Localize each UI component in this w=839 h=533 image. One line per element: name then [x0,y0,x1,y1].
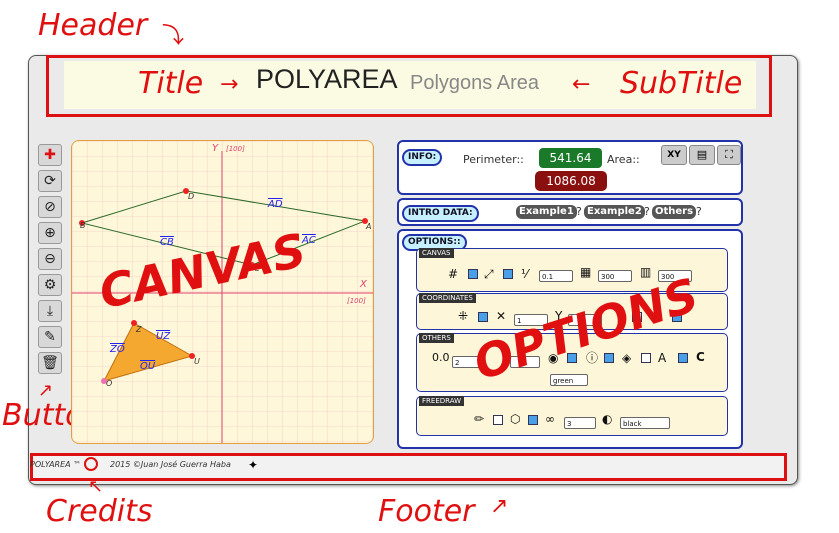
refresh-button[interactable]: ⟳ [38,170,62,192]
point-label-checkbox[interactable] [478,312,488,322]
app-subtitle: Polygons Area [410,72,539,94]
add-point-button[interactable]: ✚ [38,144,62,166]
axes-icon: ⤢ [484,267,494,281]
credits-copyright: 2015 ©Juan José Guerra Haba [110,460,231,469]
shape-icon: ⬡ [510,412,521,426]
segment-label-ac: AC [302,235,316,246]
segment-label-uz: UZ [156,331,171,342]
others-help[interactable]: ? [696,205,702,218]
area-value: 1086.08 [535,171,607,191]
info-panel: INFO: Perimeter:: 541.64 Area:: 1086.08 … [397,140,743,195]
xy-button[interactable]: XY [661,145,687,165]
decimals-label: 0.0 [432,351,450,364]
segment-label-zo: ZO [110,344,125,355]
copy-icon[interactable]: ▤ [689,145,715,165]
width-input[interactable]: 300 [598,270,632,282]
header-annotation: Header [38,8,148,43]
zoom-reset-button[interactable]: ⊘ [38,196,62,218]
footer-arrow: ↗ [490,494,509,519]
point-label-a: A [366,222,372,231]
intro-label: INTRO DATA: [402,205,479,222]
grid-icon: # [448,267,459,281]
freedraw-options-label: FREEDRAW [419,396,465,406]
zoom-in-button[interactable]: ⊕ [38,222,62,244]
segment-label-ou: OU [140,361,156,372]
segment-label-ad: AD [268,199,283,210]
point-label-icon: ⁜ [458,309,469,323]
x-offset-icon: ✕ [496,309,507,323]
point-label-o: O [106,379,113,388]
color-input[interactable]: green [550,374,588,386]
trash-button[interactable]: 🗑 [38,352,62,374]
grid-checkbox[interactable] [468,269,478,279]
settings-button[interactable]: ⚙ [38,274,62,296]
shape-checkbox[interactable] [528,415,538,425]
fill-icon: ◈ [622,351,632,365]
credits-name: POLYAREA ™ [30,460,82,469]
example2-button[interactable]: Example2 [584,205,645,219]
footer-annotation: Footer [378,494,475,529]
title-arrow: → [220,72,239,97]
point-label-b: B [80,221,86,230]
segment-label-cb: CB [160,237,174,248]
point-label-d: D [188,192,195,201]
point-label-u: U [194,357,200,366]
font-checkbox[interactable] [678,353,688,363]
zoom-out-button[interactable]: ⊖ [38,248,62,270]
title-annotation: Title [138,66,204,101]
axis-x-max: [100] [347,297,366,305]
pencil-icon: ✏ [474,412,485,426]
stroke-width-input[interactable]: 3 [564,417,596,429]
palette-icon: ◐ [602,412,613,426]
pencil-checkbox[interactable] [493,415,503,425]
axes-checkbox[interactable] [503,269,513,279]
author-logo-icon: ✦ [248,458,259,472]
info-checkbox[interactable] [604,353,614,363]
canvas-options-label: CANVAS [419,248,454,258]
perimeter-label: Perimeter:: [463,153,524,166]
color-toggle-icon[interactable]: C [696,351,705,363]
fill-checkbox[interactable] [641,353,651,363]
scale-icon: ⅟ [521,267,528,281]
header-arrow: ⤵ [162,24,185,49]
stroke-width-icon: ∞ [545,412,555,426]
point-label-z: Z [136,325,142,334]
example2-help[interactable]: ? [644,205,650,218]
fullscreen-icon[interactable]: ⛶ [717,145,741,165]
area-label: Area:: [607,153,640,166]
axis-y-max: [100] [226,145,245,153]
font-icon: A [658,351,667,365]
height-icon: ▥ [640,265,652,279]
perimeter-value: 541.64 [539,148,602,168]
info-label: INFO: [402,149,443,166]
width-icon: ▦ [580,265,592,279]
brush-button[interactable]: ✎ [38,326,62,348]
download-button[interactable]: ⤓ [38,300,62,322]
scale-input[interactable]: 0.1 [539,270,573,282]
credits-annotation: Credits [46,494,153,529]
example1-button[interactable]: Example1 [516,205,577,219]
subtitle-arrow: ← [572,72,591,97]
app-title: POLYAREA [256,64,398,94]
others-button[interactable]: Others [652,205,697,219]
draw-color-input[interactable]: black [620,417,670,429]
axis-y-label: Y [212,143,219,154]
subtitle-annotation: SubTitle [620,66,743,101]
coordinates-options-label: COORDINATES [419,293,476,303]
polyarea-logo-icon [84,457,98,471]
freedraw-options: FREEDRAW [416,396,728,436]
axis-x-label: X [360,279,367,290]
others-options-label: OTHERS [419,333,454,343]
example1-help[interactable]: ? [576,205,582,218]
